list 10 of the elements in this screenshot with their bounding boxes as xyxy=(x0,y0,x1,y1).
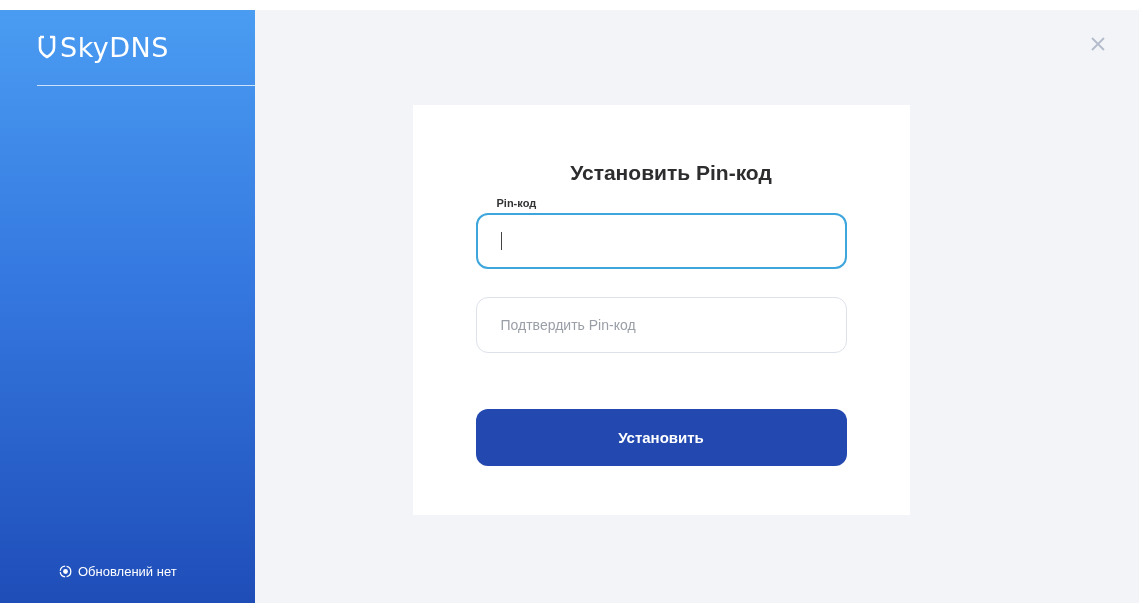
dialog-title: Установить Pin-код xyxy=(570,161,772,185)
text-cursor xyxy=(500,232,502,250)
set-button[interactable]: Установить xyxy=(475,409,847,466)
logo-text: SkyDNS xyxy=(60,31,169,63)
pin-field[interactable] xyxy=(475,213,847,269)
update-icon xyxy=(59,565,72,578)
close-icon[interactable] xyxy=(1091,37,1105,51)
status-text: Обновлений нет xyxy=(78,564,177,579)
field-label: Pin-код xyxy=(496,197,538,211)
shield-icon xyxy=(37,35,57,59)
